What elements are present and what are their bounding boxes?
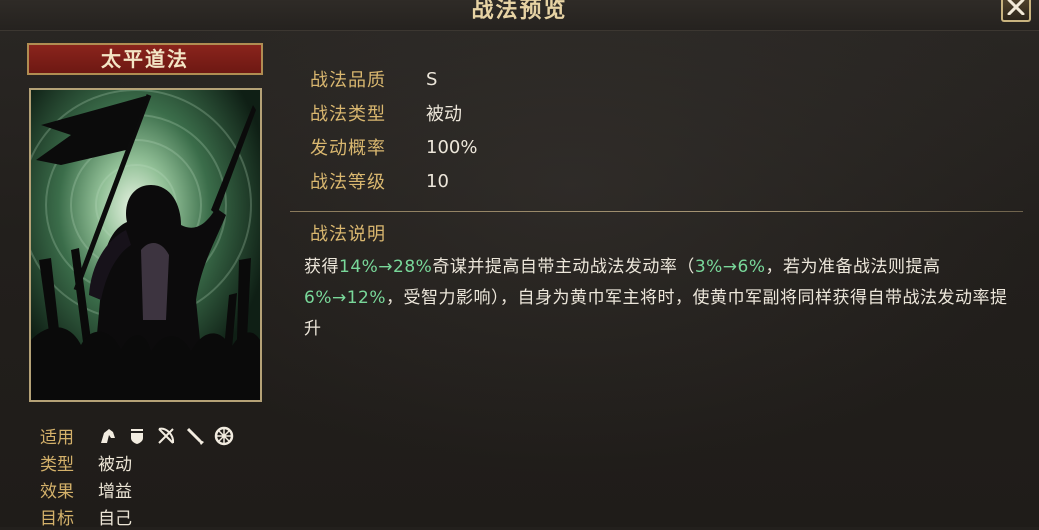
tactic-type-label: 战法类型 xyxy=(310,104,386,125)
section-divider xyxy=(290,211,1023,212)
info-row-rate: 发动概率 100% xyxy=(310,130,477,164)
desc-highlight-3: 6%→12% xyxy=(304,288,386,308)
quality-value: S xyxy=(426,68,438,90)
meta-row-target: 目标 自己 xyxy=(40,503,260,530)
tactic-name-banner: 太平道法 xyxy=(27,43,263,75)
shield-icon xyxy=(127,426,147,446)
tactic-type-value: 被动 xyxy=(426,104,462,125)
desc-highlight-1: 14%→28% xyxy=(339,257,433,277)
bow-icon xyxy=(156,426,176,446)
rate-label: 发动概率 xyxy=(310,138,386,159)
desc-highlight-2: 3%→6% xyxy=(694,257,766,277)
effect-label: 效果 xyxy=(40,482,74,502)
info-row-level: 战法等级 10 xyxy=(310,164,477,198)
target-value: 自己 xyxy=(98,509,132,529)
level-value: 10 xyxy=(426,170,449,192)
desc-text-3: ，若为准备战法则提高 xyxy=(765,257,941,277)
description-text: 获得14%→28%奇谋并提高自带主动战法发动率（3%→6%，若为准备战法则提高 6… xyxy=(304,252,1024,345)
level-label: 战法等级 xyxy=(310,172,386,193)
spear-icon xyxy=(185,426,205,446)
target-label: 目标 xyxy=(40,509,74,529)
tactic-meta: 适用 类型 被动 效果 增益 目标 自己 xyxy=(40,422,260,530)
info-row-quality: 战法品质 S xyxy=(310,62,477,96)
close-button[interactable] xyxy=(1001,0,1031,22)
meta-row-type: 类型 被动 xyxy=(40,449,260,476)
quality-label: 战法品质 xyxy=(310,70,386,91)
info-row-type: 战法类型 被动 xyxy=(310,96,477,130)
description-title: 战法说明 xyxy=(310,224,386,245)
close-icon xyxy=(1007,0,1025,15)
tactic-artwork xyxy=(29,88,262,402)
effect-value: 增益 xyxy=(98,482,132,502)
meta-row-effect: 效果 增益 xyxy=(40,476,260,503)
cavalry-icon xyxy=(98,426,118,446)
wheel-icon xyxy=(214,426,234,446)
desc-text-2: 奇谋并提高自带主动战法发动率（ xyxy=(432,257,695,277)
rate-value: 100% xyxy=(426,136,478,158)
meta-row-apply: 适用 xyxy=(40,422,260,449)
type-label: 类型 xyxy=(40,455,74,475)
type-value: 被动 xyxy=(98,455,132,475)
page-title: 战法预览 xyxy=(471,0,568,23)
desc-text-4: ，受智力影响），自身为黄巾军主将时，使黄巾军副将同样获得自带战法发动率提升 xyxy=(304,288,1008,339)
tactic-info: 战法品质 S 战法类型 被动 发动概率 100% 战法等级 10 xyxy=(310,62,477,198)
desc-text-1: 获得 xyxy=(304,257,339,277)
troop-icons xyxy=(98,426,234,446)
header-bar: 战法预览 xyxy=(0,0,1039,31)
apply-label: 适用 xyxy=(40,428,74,448)
